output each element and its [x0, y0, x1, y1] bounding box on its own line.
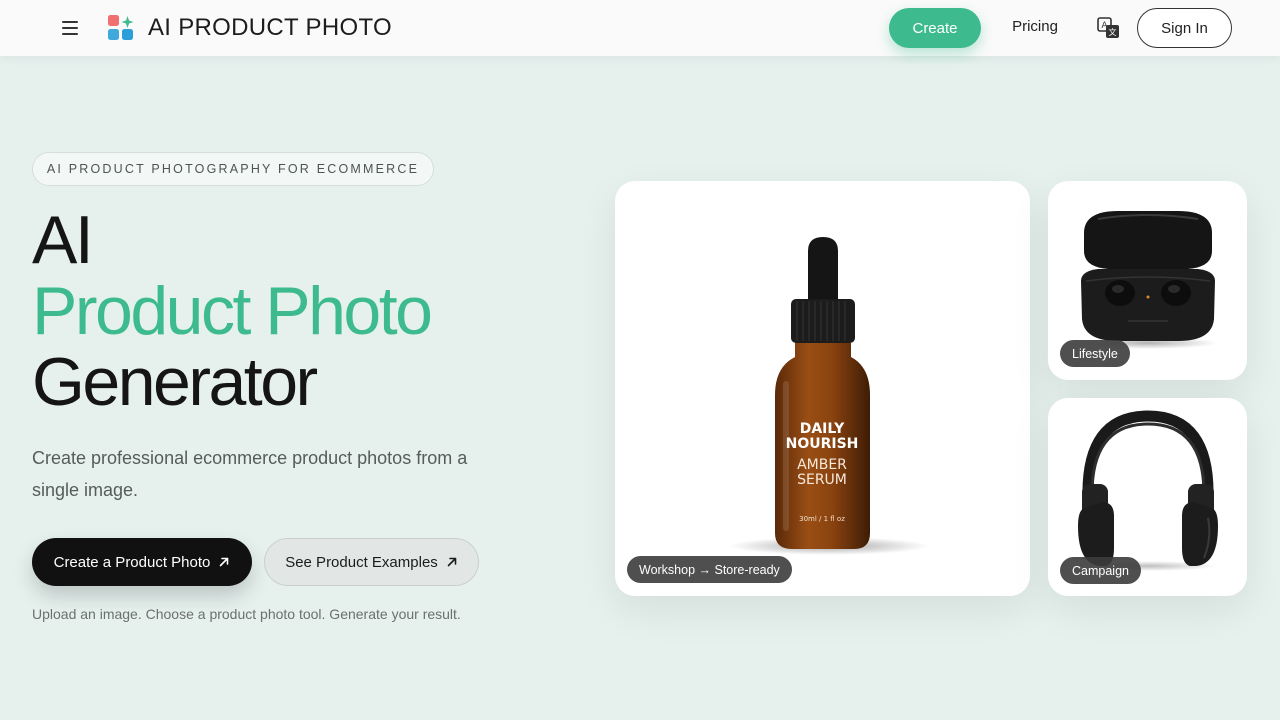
translate-icon[interactable]: A 文: [1097, 17, 1121, 39]
arrow-up-right-icon: [447, 557, 457, 567]
signin-button[interactable]: Sign In: [1137, 8, 1232, 48]
menu-bar: [62, 33, 78, 35]
app-logo-icon[interactable]: [108, 15, 134, 41]
image-tag: Campaign: [1060, 557, 1141, 584]
image-tag: Lifestyle: [1060, 340, 1130, 367]
see-product-examples-button[interactable]: See Product Examples: [264, 538, 479, 586]
bottle-volume: 30ml / 1 fl oz: [799, 515, 845, 523]
see-product-examples-label: See Product Examples: [285, 553, 438, 571]
menu-bar: [62, 21, 78, 23]
hamburger-menu-icon[interactable]: [62, 21, 78, 35]
pricing-nav-link[interactable]: Pricing: [1003, 18, 1067, 38]
bottle-brand-line-1: DAILY: [800, 421, 845, 437]
brand-name[interactable]: AI PRODUCT PHOTO: [148, 14, 392, 42]
image-tag: Workshop → Store-ready: [627, 556, 792, 583]
svg-text:文: 文: [1109, 27, 1117, 37]
hero-title: AI Product Photo Generator: [32, 205, 572, 418]
bottle-name-line-1: AMBER: [797, 457, 847, 473]
top-navigation-bar: AI PRODUCT PHOTO Create Pricing A 文 Sign…: [0, 0, 1280, 56]
create-product-photo-label: Create a Product Photo: [53, 553, 211, 571]
main-product-image-card[interactable]: DAILY NOURISH AMBER SERUM 30ml / 1 fl oz…: [615, 181, 1030, 596]
hero-title-line-3: Generator: [32, 344, 318, 420]
arrow-up-right-icon: [220, 557, 229, 567]
hero-helper-text: Upload an image. Choose a product photo …: [32, 606, 461, 622]
create-product-photo-button[interactable]: Create a Product Photo: [32, 538, 252, 586]
serum-bottle-image: DAILY NOURISH AMBER SERUM 30ml / 1 fl oz: [729, 237, 929, 555]
hero-subtitle: Create professional ecommerce product ph…: [32, 448, 468, 500]
bottle-name-line-2: SERUM: [797, 472, 847, 488]
menu-bar: [62, 27, 78, 29]
campaign-image-card[interactable]: Campaign: [1048, 398, 1247, 596]
create-nav-button[interactable]: Create: [889, 8, 981, 48]
hero-title-line-2: Product Photo: [32, 273, 433, 349]
hero-badge: AI PRODUCT PHOTOGRAPHY FOR ECOMMERCE: [32, 152, 434, 186]
lifestyle-image-card[interactable]: Lifestyle: [1048, 181, 1247, 380]
bottle-brand-line-2: NOURISH: [786, 436, 859, 452]
hero-title-line-1: AI: [32, 202, 94, 278]
